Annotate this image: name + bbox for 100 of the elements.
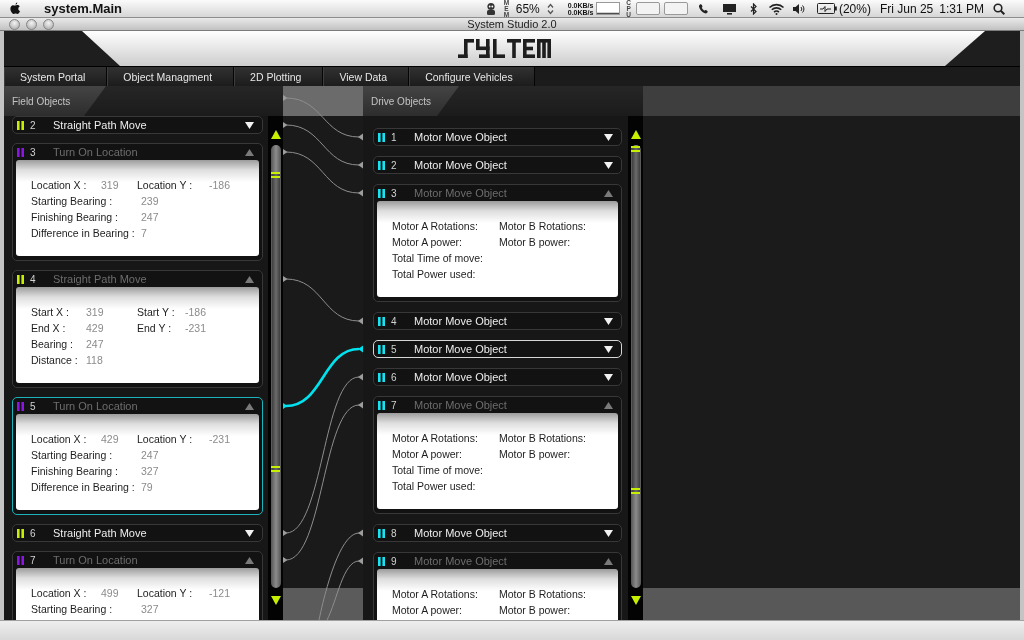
battery-icon[interactable] [816,3,837,14]
item-title: Turn On Location [53,400,138,412]
item-number: 2 [30,119,36,131]
item-title: Motor Move Object [414,399,507,411]
field-label: Motor B Rotations: [499,432,586,444]
field-label: Location X : [31,179,87,191]
caret-up-icon[interactable] [245,556,254,564]
object-card[interactable]: 4 Straight Path Move Start X : 319 Start Y : -186 End X : 429 End Y : -231 Bearing : 247 Distance : 118 [12,270,263,388]
menu-date[interactable]: Fri Jun 25 [879,1,934,16]
field-label: Starting Bearing : [31,449,113,461]
battery-reading[interactable]: (20%) [838,1,871,16]
item-number: 1 [391,131,397,143]
field-value: -121 [209,587,230,599]
item-number: 3 [30,146,36,158]
wifi-icon[interactable] [767,2,785,15]
field-label: Starting Bearing : [31,603,113,615]
item-title: Motor Move Object [414,555,507,567]
caret-down-icon[interactable] [245,529,254,537]
bluetooth-icon[interactable] [749,2,757,15]
field-label: End X : [31,322,66,334]
field-label: Motor B power: [499,236,571,248]
scrollbar-thumb[interactable] [271,172,280,472]
field-label: Total Time of move: [392,252,484,264]
nav-tab[interactable]: Object Managment [107,67,235,86]
object-card[interactable]: 3 Turn On Location Location X : 319 Location Y : -186 Starting Bearing : 239 Finishing Bearing : 247 Difference in Bearing : 7 [12,143,263,261]
caret-down-icon[interactable] [604,317,613,325]
robot-icon[interactable] [485,2,498,15]
field-label: Location Y : [137,179,193,191]
object-card[interactable]: 6 Motor Move Object [373,368,622,386]
field-value: 319 [86,306,104,318]
field-label: Motor A Rotations: [392,220,478,232]
caret-up-icon[interactable] [245,275,254,283]
caret-up-icon[interactable] [604,401,613,409]
app-menu-title[interactable]: system.Main [44,1,123,16]
panel-title: Drive Objects [363,86,459,116]
caret-down-icon[interactable] [604,161,613,169]
caret-up-icon[interactable] [245,402,254,410]
percent-reading[interactable]: 65% [515,1,540,16]
minimize-button[interactable] [26,18,37,30]
scroll-up-arrow-icon[interactable] [270,130,281,139]
item-title: Straight Path Move [53,273,147,285]
scrollbar[interactable] [268,116,283,620]
scrollbar[interactable] [628,116,643,620]
object-card[interactable]: 9 Motor Move Object Motor A Rotations: Motor B Rotations: Motor A power: Motor B power: [373,552,622,620]
field-label: End Y : [137,322,172,334]
field-value: -231 [185,322,206,334]
caret-down-icon[interactable] [245,121,254,129]
item-title: Motor Move Object [414,343,507,355]
field-value: 247 [86,338,104,350]
item-number: 7 [391,399,397,411]
scrollbar-thumb[interactable] [631,146,640,494]
caret-up-icon[interactable] [604,557,613,565]
caret-up-icon[interactable] [245,148,254,156]
field-label: Motor A Rotations: [392,432,478,444]
item-number: 4 [30,273,36,285]
object-card[interactable]: 8 Motor Move Object [373,524,622,542]
object-card[interactable]: 2 Straight Path Move [12,116,263,134]
search-icon[interactable] [993,2,1005,15]
item-title: Motor Move Object [414,187,507,199]
caret-down-icon[interactable] [604,133,613,141]
object-card[interactable]: 1 Motor Move Object [373,128,622,146]
scroll-down-arrow-icon[interactable] [630,596,641,605]
field-label: Bearing : [31,338,74,350]
menu-clock[interactable]: 1:31 PM [939,1,984,16]
caret-down-icon[interactable] [604,345,613,353]
object-card[interactable]: 3 Motor Move Object Motor A Rotations: Motor B Rotations: Motor A power: Motor B power: Total Time of move: Total Power used: [373,184,622,302]
object-card[interactable]: 7 Motor Move Object Motor A Rotations: Motor B Rotations: Motor A power: Motor B power: Total Time of move: Total Power used: [373,396,622,514]
object-card[interactable]: 7 Turn On Location Location X : 499 Location Y : -121 Starting Bearing : 327 [12,551,263,620]
nav-tab[interactable]: Configure Vehicles [409,67,535,86]
object-card[interactable]: 6 Straight Path Move [12,524,263,542]
caret-down-icon[interactable] [604,529,613,537]
up-down-arrows-icon[interactable] [546,2,554,15]
volume-icon[interactable] [791,2,805,15]
scroll-down-arrow-icon[interactable] [270,596,281,605]
object-card[interactable]: 4 Motor Move Object [373,312,622,330]
object-card[interactable]: 5 Turn On Location Location X : 429 Location Y : -231 Starting Bearing : 247 Finishing Bearing : 327 Difference in Bearing : 79 [12,397,263,515]
object-card[interactable]: 2 Motor Move Object [373,156,622,174]
field-label: Motor B Rotations: [499,588,586,600]
display-icon[interactable] [721,2,737,15]
field-label: Motor A Rotations: [392,588,478,600]
object-card[interactable]: 5 Motor Move Object [373,340,622,358]
close-button[interactable] [9,18,20,30]
nav-tab[interactable]: System Portal [4,67,108,86]
caret-down-icon[interactable] [604,373,613,381]
caret-up-icon[interactable] [604,189,613,197]
phone-icon[interactable] [697,2,710,15]
item-number: 7 [30,554,36,566]
field-value: 429 [101,433,119,445]
graph-box-icon[interactable] [596,2,621,15]
zoom-button[interactable] [43,18,54,30]
window-title: System Studio 2.0 [467,18,557,30]
nav-tab[interactable]: 2D Plotting [234,67,324,86]
apple-icon[interactable] [9,1,21,16]
nav-tab[interactable]: View Data [323,67,410,86]
field-label: Motor B power: [499,448,571,460]
item-title: Motor Move Object [414,315,507,327]
item-number: 4 [391,315,397,327]
scroll-up-arrow-icon[interactable] [630,130,641,139]
field-label: Location Y : [137,587,193,599]
field-label: Finishing Bearing : [31,211,118,223]
